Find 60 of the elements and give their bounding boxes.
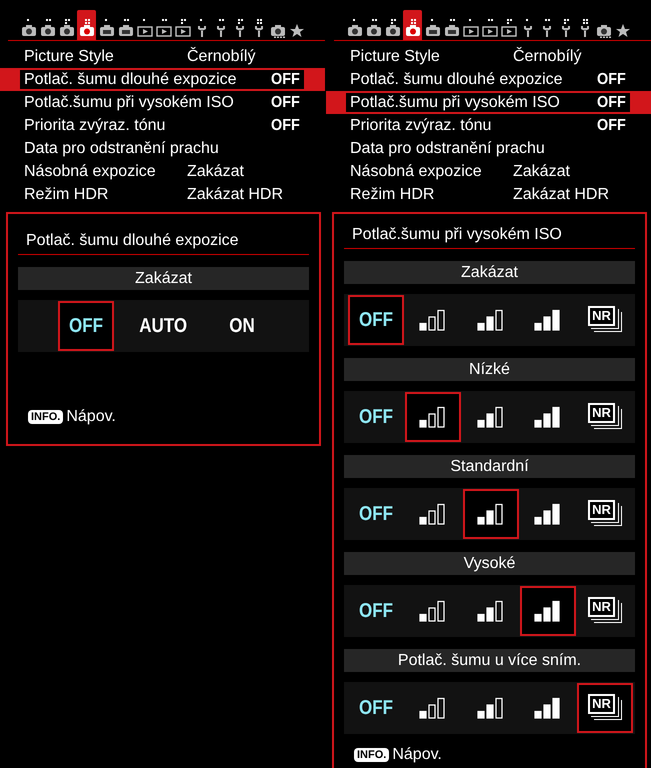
menu-item[interactable]: Picture Style Černobílý <box>0 45 325 68</box>
menu-item[interactable]: Priorita zvýraz. tónu OFF <box>326 114 651 137</box>
camera-icon <box>98 18 114 38</box>
menu-item[interactable]: Násobná expozice Zakázat <box>0 160 325 183</box>
option-button[interactable]: OFF <box>348 489 404 539</box>
option-button[interactable]: AUTO <box>136 301 192 351</box>
menu-item[interactable]: Režim HDR Zakázat HDR <box>0 183 325 206</box>
menu-item[interactable]: Picture Style Černobílý <box>326 45 651 68</box>
stacked-frames-button[interactable]: NR <box>577 586 633 636</box>
camera-icon <box>20 18 36 38</box>
stacked-frames-button[interactable]: NR <box>577 489 633 539</box>
camera-icon <box>118 18 134 38</box>
play-icon <box>156 18 172 38</box>
menu-item[interactable]: Priorita zvýraz. tónu OFF <box>0 114 325 137</box>
camera-icon <box>404 18 420 38</box>
play-icon <box>136 18 152 38</box>
stacked-frames-button[interactable]: NR <box>577 295 633 345</box>
stacked-frames-button[interactable]: NR <box>577 392 633 442</box>
info-key-badge: INFO. <box>28 410 64 424</box>
signal-bars-button[interactable] <box>520 586 576 636</box>
camera-icon <box>384 18 400 38</box>
menu-item[interactable]: Data pro odstranění prachu <box>0 137 325 160</box>
option-heading: Potlač. šumu u více sním. <box>344 649 635 672</box>
menu-item[interactable]: Násobná expozice Zakázat <box>326 160 651 183</box>
camera-icon <box>40 18 56 38</box>
signal-bars-button[interactable] <box>462 489 518 539</box>
option-heading: Zakázat <box>344 261 635 284</box>
option-button[interactable]: OFF <box>348 683 404 733</box>
option-button[interactable]: OFF <box>348 392 404 442</box>
menu-item[interactable]: Potlač.šumu při vysokém ISO OFF <box>326 91 651 114</box>
camera-icon <box>366 18 382 38</box>
option-heading: Nízké <box>344 358 635 381</box>
menu-item[interactable]: Potlač.šumu při vysokém ISO OFF <box>0 91 325 114</box>
menu-item[interactable]: Režim HDR Zakázat HDR <box>326 183 651 206</box>
option-heading: Zakázat <box>18 267 309 290</box>
stacked-frames-button[interactable]: NR <box>577 683 633 733</box>
option-heading: Vysoké <box>344 552 635 575</box>
play-icon <box>500 18 516 38</box>
camera-icon <box>78 18 94 38</box>
option-button[interactable]: OFF <box>348 586 404 636</box>
option-button[interactable]: OFF <box>58 301 114 351</box>
panel-title: Potlač.šumu při vysokém ISO <box>344 214 635 249</box>
option-button[interactable]: ON <box>214 301 270 351</box>
menu-item[interactable]: Potlač. šumu dlouhé expozice OFF <box>0 68 325 91</box>
play-icon <box>462 18 478 38</box>
panel-title: Potlač. šumu dlouhé expozice <box>18 214 309 255</box>
camera-icon <box>58 18 74 38</box>
play-icon <box>482 18 498 38</box>
menu-item[interactable]: Potlač. šumu dlouhé expozice OFF <box>326 68 651 91</box>
option-button[interactable]: OFF <box>348 295 404 345</box>
play-icon <box>174 18 190 38</box>
camera-icon <box>444 18 460 38</box>
help-hint: Nápov. <box>392 746 442 764</box>
signal-bars-button[interactable] <box>405 392 462 442</box>
menu-item[interactable]: Data pro odstranění prachu <box>326 137 651 160</box>
info-key-badge: INFO. <box>354 748 390 762</box>
camera-icon <box>346 18 362 38</box>
help-hint: Nápov. <box>66 408 116 426</box>
option-heading: Standardní <box>344 455 635 478</box>
camera-icon <box>424 18 440 38</box>
